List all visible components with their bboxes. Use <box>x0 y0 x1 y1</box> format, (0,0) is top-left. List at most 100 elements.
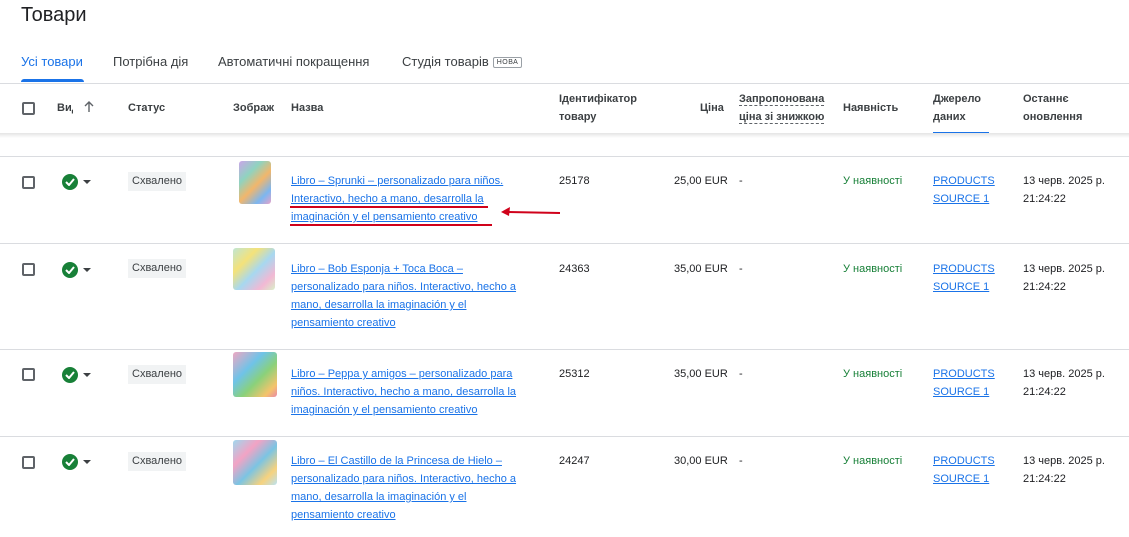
header-source-line1: Джерело <box>933 93 982 105</box>
active-tab-indicator <box>21 79 84 82</box>
source-line: SOURCE 1 <box>933 386 990 398</box>
tab-label: Студія товарів <box>402 54 489 69</box>
check-circle-icon <box>62 262 78 278</box>
product-price: 35,00 EUR <box>674 263 728 275</box>
header-name[interactable]: Назва <box>291 99 323 117</box>
page-title: Товари <box>21 4 87 26</box>
product-sale-price: - <box>739 175 743 187</box>
product-thumbnail <box>233 248 275 290</box>
header-id-line2: товару <box>559 111 597 123</box>
product-id: 25312 <box>559 368 590 380</box>
annotation-underline <box>290 224 492 226</box>
sort-arrow-up-icon[interactable] <box>83 100 95 120</box>
last-updated: 13 черв. 2025 р. 21:24:22 <box>1023 260 1105 296</box>
header-price[interactable]: Ціна <box>700 99 724 117</box>
title-line: niños. Interactivo, hecho a mano, desarr… <box>291 386 517 398</box>
product-thumbnail <box>233 352 277 397</box>
header-updated-line1: Останнє <box>1023 93 1069 105</box>
source-line: PRODUCTS <box>933 175 995 187</box>
product-price: 30,00 EUR <box>674 455 728 467</box>
annotation-underline <box>290 206 488 208</box>
header-id[interactable]: Ідентифікатор товару <box>559 90 637 126</box>
title-line: Libro – Bob Esponja + Toca Boca – <box>291 263 463 275</box>
header-source[interactable]: Джерело даних <box>933 90 981 126</box>
source-line: SOURCE 1 <box>933 193 990 205</box>
status-badge: Схвалено <box>128 452 187 471</box>
title-line: mano, desarrolla la imaginación y el <box>291 299 467 311</box>
product-sale-price: - <box>739 455 743 467</box>
row-checkbox[interactable] <box>22 368 35 381</box>
source-line: SOURCE 1 <box>933 473 990 485</box>
header-sale-line1: Запропонована <box>739 93 825 106</box>
availability-status: У наявності <box>843 368 903 380</box>
updated-date: 13 черв. 2025 р. <box>1023 263 1105 275</box>
updated-time: 21:24:22 <box>1023 386 1066 398</box>
tab-label: Усі товари <box>21 54 83 69</box>
header-status[interactable]: Статус <box>128 99 165 117</box>
header-source-line2: даних <box>933 111 966 123</box>
row-checkbox[interactable] <box>22 176 35 189</box>
caret-down-icon[interactable] <box>83 180 91 184</box>
tab-all-products[interactable]: Усі товари <box>21 54 83 69</box>
header-sale-line2: ціна зі знижкою <box>739 111 825 124</box>
new-badge: НОВА <box>492 57 523 68</box>
last-updated: 13 черв. 2025 р. 21:24:22 <box>1023 172 1105 208</box>
availability-status: У наявності <box>843 175 903 187</box>
availability-status: У наявності <box>843 455 903 467</box>
source-line: PRODUCTS <box>933 263 995 275</box>
title-line: Libro – Peppa y amigos – personalizado p… <box>291 368 513 380</box>
header-updated-line2: оновлення <box>1023 111 1083 123</box>
product-id: 24247 <box>559 455 590 467</box>
title-line: pensamiento creativo <box>291 509 396 521</box>
tab-action-needed[interactable]: Потрібна дія <box>113 54 188 69</box>
title-line: Libro – El Castillo de la Princesa de Hi… <box>291 455 502 467</box>
table-row[interactable]: Схвалено Libro – El Castillo de la Princ… <box>0 437 1129 537</box>
data-source-link[interactable]: PRODUCTS SOURCE 1 <box>933 260 995 296</box>
product-sale-price: - <box>739 263 743 275</box>
table-row[interactable]: Схвалено Libro – Sprunki – personalizado… <box>0 157 1129 243</box>
table-row[interactable]: Схвалено Libro – Peppa y amigos – person… <box>0 350 1129 436</box>
annotation-arrow-icon <box>500 205 562 224</box>
title-line: Libro – Sprunki – personalizado para niñ… <box>291 175 504 187</box>
source-line: PRODUCTS <box>933 455 995 467</box>
header-availability[interactable]: Наявність <box>843 99 898 117</box>
product-title-link[interactable]: Libro – Peppa y amigos – personalizado p… <box>291 365 527 419</box>
title-line: personalizado para niños. Interactivo, h… <box>291 281 517 293</box>
title-line: mano, desarrolla la imaginación y el <box>291 491 467 503</box>
availability-status: У наявності <box>843 263 903 275</box>
tab-label: Потрібна дія <box>113 54 189 69</box>
data-source-link[interactable]: PRODUCTS SOURCE 1 <box>933 365 995 401</box>
source-line: PRODUCTS <box>933 368 995 380</box>
tab-product-studio[interactable]: Студія товарів НОВА <box>402 54 523 69</box>
last-updated: 13 черв. 2025 р. 21:24:22 <box>1023 452 1105 488</box>
last-updated: 13 черв. 2025 р. 21:24:22 <box>1023 365 1105 401</box>
tab-auto-improvements[interactable]: Автоматичні покращення <box>218 54 369 69</box>
header-image: Зображ <box>233 102 275 114</box>
row-checkbox[interactable] <box>22 456 35 469</box>
table-row[interactable]: Схвалено Libro – Bob Esponja + Toca Boca… <box>0 244 1129 349</box>
updated-date: 13 черв. 2025 р. <box>1023 368 1105 380</box>
check-circle-icon <box>62 454 78 470</box>
product-thumbnail <box>233 440 277 485</box>
header-visibility[interactable]: Вид <box>57 99 73 117</box>
updated-date: 13 черв. 2025 р. <box>1023 175 1105 187</box>
caret-down-icon[interactable] <box>83 373 91 377</box>
status-badge: Схвалено <box>128 365 187 384</box>
data-source-link[interactable]: PRODUCTS SOURCE 1 <box>933 172 995 208</box>
status-badge: Схвалено <box>128 259 187 278</box>
product-title-link[interactable]: Libro – Bob Esponja + Toca Boca – person… <box>291 260 527 332</box>
data-source-link[interactable]: PRODUCTS SOURCE 1 <box>933 452 995 488</box>
product-title-link[interactable]: Libro – Sprunki – personalizado para niñ… <box>291 172 527 226</box>
tab-bar: Усі товари Потрібна дія Автоматичні покр… <box>0 48 1129 84</box>
caret-down-icon[interactable] <box>83 460 91 464</box>
header-updated[interactable]: Останнє оновлення <box>1023 90 1082 126</box>
product-id: 25178 <box>559 175 590 187</box>
product-title-link[interactable]: Libro – El Castillo de la Princesa de Hi… <box>291 452 527 524</box>
title-line: imaginación y el pensamiento creativo <box>291 404 478 416</box>
source-line: SOURCE 1 <box>933 281 990 293</box>
row-checkbox[interactable] <box>22 263 35 276</box>
caret-down-icon[interactable] <box>83 268 91 272</box>
header-sale-price[interactable]: Запропонована ціна зі знижкою <box>739 90 825 126</box>
select-all-checkbox[interactable] <box>22 102 35 115</box>
updated-time: 21:24:22 <box>1023 281 1066 293</box>
